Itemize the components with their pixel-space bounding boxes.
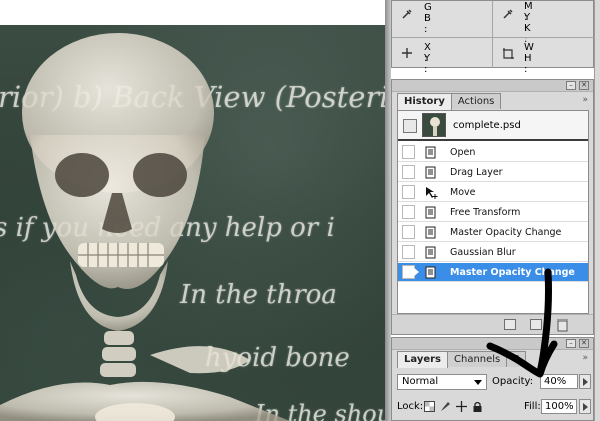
panel-menu-icon[interactable]: » [582,95,588,105]
history-step[interactable]: Gaussian Blur [398,243,588,262]
skeleton-thumbnail-icon [430,117,440,136]
history-brush-checkbox[interactable] [402,225,415,239]
history-brush-checkbox[interactable] [402,165,415,179]
panel-titlebar[interactable]: – ✕ [392,80,593,92]
history-brush-checkbox[interactable] [402,245,415,259]
tab-actions[interactable]: Actions [450,93,502,109]
blend-mode-value: Normal [402,376,439,387]
fill-input[interactable]: 100% [541,399,577,414]
tab-history[interactable]: History [397,93,452,110]
crosshair-icon [402,48,412,58]
blend-mode-select[interactable]: Normal [397,374,487,390]
snapshot-thumbnail [422,113,446,137]
divider [492,1,493,37]
panel-close-button[interactable]: ✕ [579,339,589,348]
history-brush-checkbox[interactable] [402,185,415,199]
history-step-label: Gaussian Blur [450,247,516,258]
fill-slider-button[interactable] [579,399,591,414]
document-step-icon [425,206,436,219]
history-step-label: Drag Layer [450,167,503,178]
panel-menu-icon[interactable]: » [582,353,588,363]
lock-options [424,401,483,412]
document-titlebar-area [0,0,385,25]
panel-minimize-button[interactable]: – [566,81,576,90]
document-step-icon [425,266,436,279]
minimize-icon: – [569,81,573,89]
history-step-label: Free Transform [450,207,521,218]
snapshot-name: complete.psd [453,120,521,131]
close-icon: ✕ [581,339,587,347]
divider [392,37,595,38]
document-canvas[interactable]: rior) b) Back View (Posteri s if you nee… [0,25,385,421]
eyedropper-icon [402,9,412,19]
lock-position-icon[interactable] [456,401,467,412]
history-brush-checkbox[interactable] [402,145,415,159]
lock-transparency-icon[interactable] [424,401,435,412]
lock-label: Lock: [397,401,424,412]
fill-label: Fill: [524,401,541,412]
history-step[interactable]: Move [398,183,588,202]
brush-source-icon[interactable] [403,119,417,133]
eyedropper-icon [503,9,513,19]
history-step[interactable]: Master Opacity Change [398,223,588,242]
history-step[interactable]: Open [398,143,588,162]
selection-size-icon [503,48,514,59]
window-right-edge [594,0,600,421]
history-snapshot[interactable]: complete.psd [398,111,588,141]
document-step-icon [425,226,436,239]
info-panel: G : B : M : Y : K : X : Y : W : H : [391,0,595,75]
history-step-label: Open [450,147,476,158]
history-brush-checkbox[interactable] [402,205,415,219]
history-step-label: Move [450,187,476,198]
document-step-icon [425,146,436,159]
skeleton-layer-image [0,33,290,421]
divider [492,38,493,68]
history-step-label: Master Opacity Change [450,227,562,238]
move-tool-icon [426,187,438,199]
annotation-arrow-icon [486,268,558,378]
document-step-icon [425,246,436,259]
close-icon: ✕ [581,81,587,89]
history-step[interactable]: Free Transform [398,203,588,222]
panel-close-button[interactable]: ✕ [579,81,589,90]
history-tab-row: History Actions [397,93,502,110]
lock-brush-icon[interactable] [440,401,451,412]
history-state-pointer-icon[interactable] [413,267,419,277]
lock-all-icon[interactable] [472,401,483,412]
document-step-icon [425,166,436,179]
history-step[interactable]: Drag Layer [398,163,588,182]
tab-layers[interactable]: Layers [397,351,448,368]
opacity-slider-button[interactable] [579,374,591,389]
